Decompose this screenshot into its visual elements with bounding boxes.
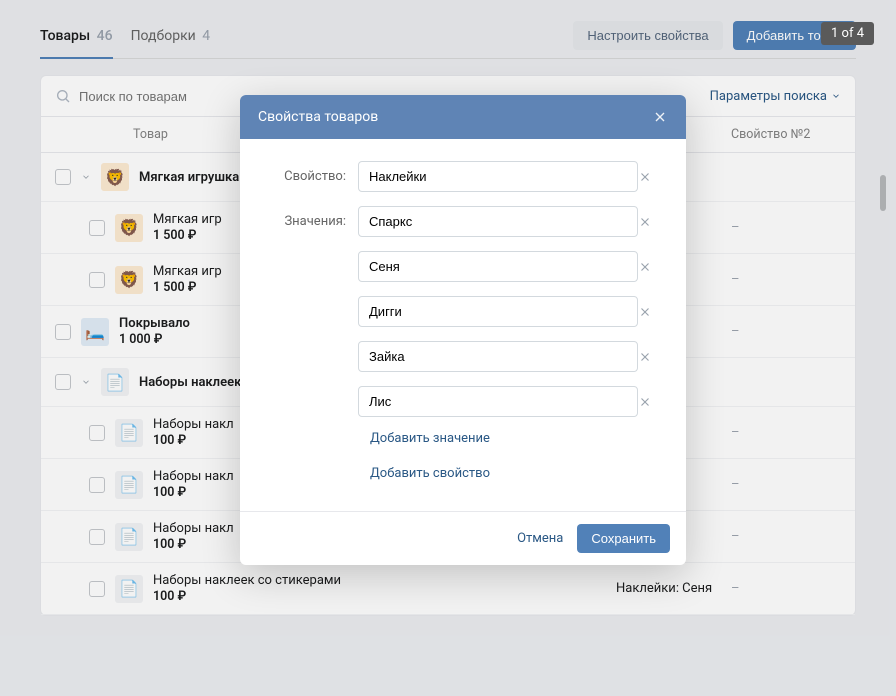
value-input[interactable] [358, 341, 638, 372]
value-input[interactable] [358, 206, 638, 237]
save-button[interactable]: Сохранить [577, 524, 670, 553]
delete-value-icon[interactable] [638, 350, 664, 364]
delete-value-icon[interactable] [638, 260, 664, 274]
add-property-link[interactable]: Добавить свойство [370, 466, 664, 481]
property-label: Свойство: [262, 169, 358, 184]
value-input[interactable] [358, 296, 638, 327]
close-icon[interactable] [652, 109, 668, 125]
delete-value-icon[interactable] [638, 395, 664, 409]
value-label: Значения: [262, 214, 358, 229]
add-value-link[interactable]: Добавить значение [370, 431, 664, 446]
property-input[interactable] [358, 161, 638, 192]
value-input[interactable] [358, 386, 638, 417]
delete-value-icon[interactable] [638, 215, 664, 229]
delete-value-icon[interactable] [638, 305, 664, 319]
modal-title: Свойства товаров [258, 109, 378, 125]
value-input[interactable] [358, 251, 638, 282]
product-properties-modal: Свойства товаров Свойство: Значения: Доб… [240, 95, 686, 565]
cancel-button[interactable]: Отмена [517, 531, 563, 546]
image-counter-badge: 1 of 4 [821, 22, 874, 45]
delete-property-icon[interactable] [638, 170, 664, 184]
